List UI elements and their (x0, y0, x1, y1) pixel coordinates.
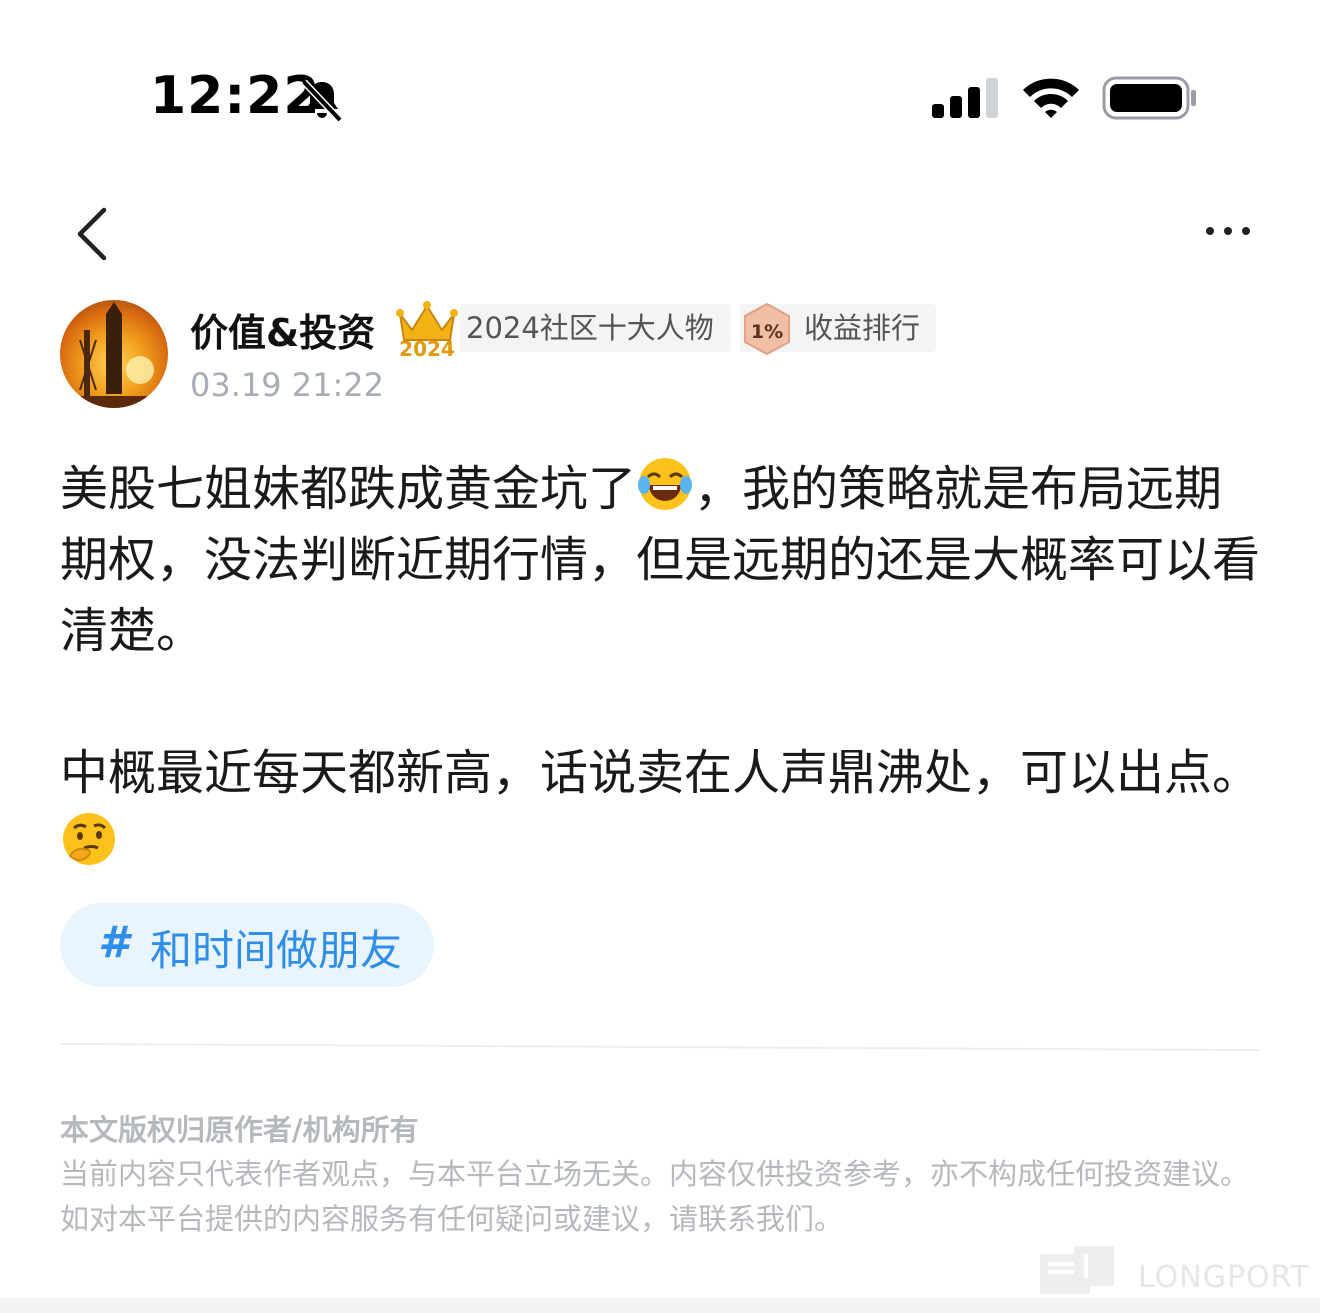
top-navigation (0, 190, 1320, 270)
divider (60, 1042, 1260, 1052)
bottom-strip (0, 1298, 1320, 1313)
battery-icon (1102, 76, 1196, 120)
chevron-left-icon[interactable] (70, 200, 118, 260)
author-name[interactable]: 价值&投资 (190, 302, 375, 357)
copyright-disclaimer: 本文版权归原作者/机构所有 当前内容只代表作者观点，与本平台立场无关。内容仅供投… (60, 1108, 1270, 1242)
post-content: 美股七姐妹都跌成黄金坑了 ，我的策略就是布局远期期权，没法判断近期行情，但是远期… (60, 454, 1270, 880)
avatar-rocket-image (60, 302, 168, 408)
tears-of-joy-emoji (638, 458, 693, 510)
rank-icon-text: 1% (751, 321, 783, 343)
community-top-badge[interactable]: 2024社区十大人物 (460, 304, 731, 352)
return-rank-label: 收益排行 (804, 311, 921, 345)
crown-2024-icon: 2024 (396, 301, 458, 358)
status-time: 12:22 (150, 66, 321, 126)
bell-slash-icon (301, 79, 343, 123)
hashtag-icon: # (98, 917, 129, 968)
author-header: 价值&投资 2024 2024社区十大人物 1% 收益排行 03.19 21:2… (60, 298, 1280, 418)
wifi-icon (1023, 78, 1079, 118)
crown-year-text: 2024 (399, 337, 455, 358)
disclaimer-text: 当前内容只代表作者观点，与本平台立场无关。内容仅供投资参考，亦不构成任何投资建议… (60, 1157, 1250, 1236)
watermark-text: LONGPORT (1138, 1260, 1310, 1295)
return-rank-badge[interactable]: 1% 收益排行 (740, 302, 936, 356)
longport-logo-icon (1040, 1246, 1114, 1294)
disclaimer-title: 本文版权归原作者/机构所有 (60, 1113, 419, 1147)
longport-watermark: LONGPORT (1040, 1246, 1310, 1302)
more-horizontal-icon[interactable] (1200, 210, 1256, 250)
thinking-face-emoji (63, 813, 115, 865)
cellular-signal-icon (932, 78, 998, 118)
topic-label: 和时间做朋友 (150, 926, 403, 975)
topic-tag[interactable]: # 和时间做朋友 (60, 903, 434, 987)
post-paragraph-2: 中概最近每天都新高，话说卖在人声鼎沸处，可以出点。 (60, 738, 1270, 880)
status-bar: 12:22 (0, 0, 1320, 170)
post-paragraph-1: 美股七姐妹都跌成黄金坑了 ，我的策略就是布局远期期权，没法判断近期行情，但是远期… (60, 454, 1270, 667)
rank-1-percent-icon: 1% (744, 302, 790, 356)
post-timestamp: 03.19 21:22 (190, 366, 384, 404)
post-text-2: 中概最近每天都新高，话说卖在人声鼎沸处，可以出点。 (60, 745, 1261, 801)
post-text-1a: 美股七姐妹都跌成黄金坑了 (60, 461, 637, 517)
avatar[interactable] (60, 300, 168, 408)
